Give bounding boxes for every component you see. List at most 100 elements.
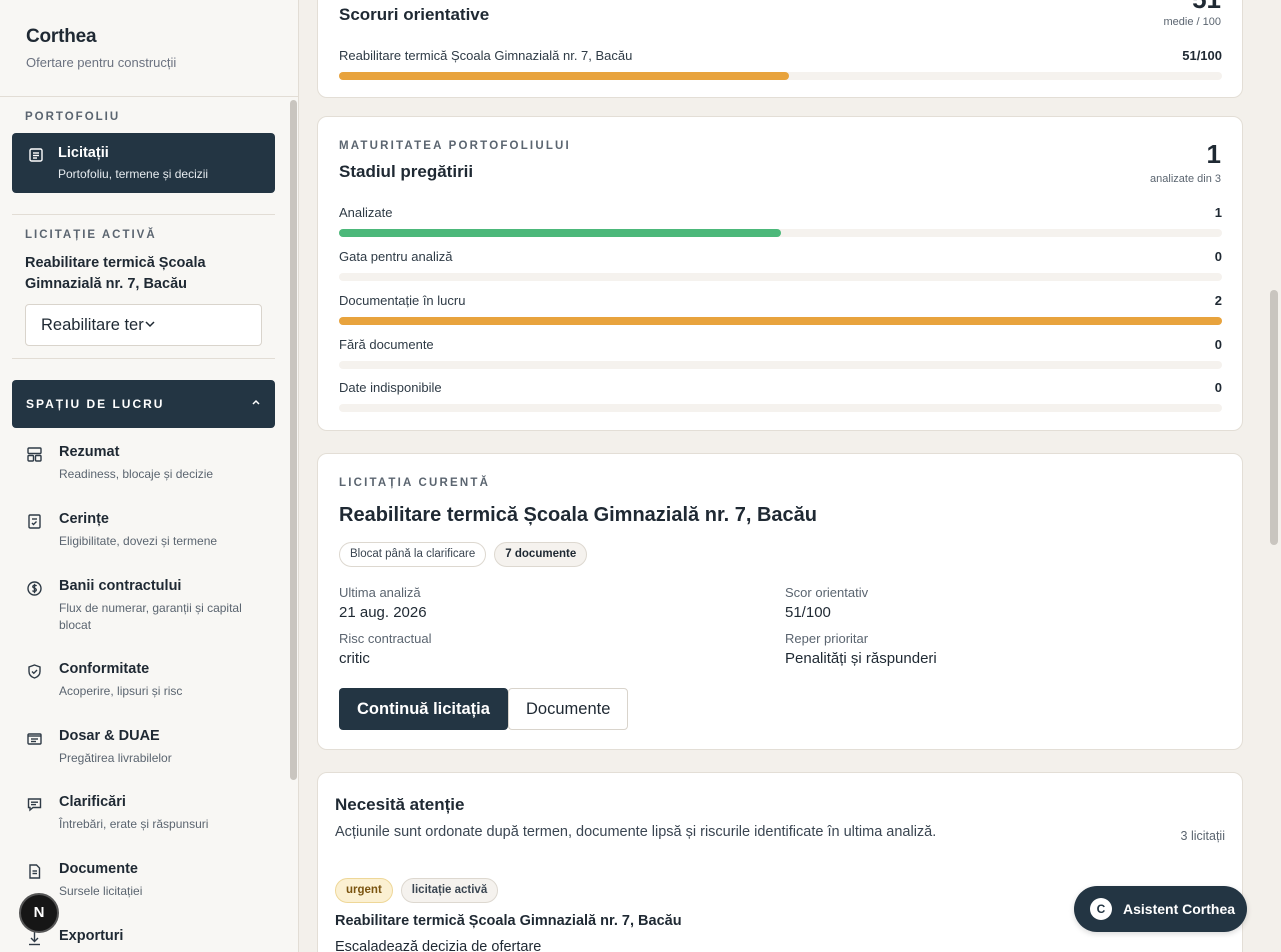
maturity-title: Stadiul pregătirii — [339, 162, 474, 181]
brand-name: Corthea — [26, 26, 97, 47]
sidebar-item-licitatii[interactable]: Licitații Portofoliu, termene și decizii — [12, 133, 275, 193]
sidebar-item-exporturi[interactable]: Exporturi — [0, 928, 123, 947]
assistant-avatar-icon: C — [1090, 898, 1112, 920]
grid-icon — [26, 446, 43, 463]
current-tender-eyebrow: LICITAȚIA CURENTĂ — [339, 477, 491, 489]
folder-icon — [26, 730, 43, 747]
sidebar: Corthea Ofertare pentru construcții PORT… — [0, 0, 299, 952]
sidebar-item-label: Banii contractului — [59, 578, 182, 594]
attention-title: Necesită atenție — [335, 795, 465, 814]
maturity-row: Fără documente 0 — [339, 337, 1222, 369]
workspace-toggle[interactable]: SPAȚIU DE LUCRU — [12, 380, 275, 428]
sidebar-item-rezumat[interactable]: Rezumat Readiness, blocaje și decizie — [0, 444, 259, 483]
main-scrollbar[interactable] — [1270, 290, 1278, 545]
sidebar-item-description: Sursele licitației — [59, 884, 143, 898]
score-row-value: 51/100 — [1182, 48, 1222, 63]
sidebar-item-label: Licitații — [58, 145, 109, 161]
main-content: Scoruri orientative 51 medie / 100 Reabi… — [300, 0, 1268, 952]
maturity-bar — [339, 229, 781, 237]
field-value: 51/100 — [785, 604, 831, 621]
maturity-row: Gata pentru analiză 0 — [339, 249, 1222, 281]
sidebar-item-cerinte[interactable]: Cerințe Eligibilitate, dovezi și termene — [0, 511, 259, 550]
chat-icon — [26, 796, 43, 813]
sidebar-item-description: Portofoliu, termene și decizii — [58, 167, 209, 181]
chevron-up-icon — [251, 397, 261, 411]
field-last-analysis: Ultima analiză 21 aug. 2026 — [339, 585, 427, 621]
attention-subtitle: Acțiunile sunt ordonate după termen, doc… — [335, 824, 937, 840]
field-priority: Reper prioritar Penalități și răspunderi — [785, 631, 937, 667]
current-tender-title: Reabilitare termică Școala Gimnazială nr… — [339, 504, 817, 526]
attention-item-title[interactable]: Reabilitare termică Școala Gimnazială nr… — [335, 913, 682, 929]
sidebar-scrollbar[interactable] — [290, 100, 297, 780]
sidebar-item-description: Eligibilitate, dovezi și termene — [59, 534, 218, 548]
score-row-label: Reabilitare termică Școala Gimnazială nr… — [339, 48, 633, 63]
active-tender-badge: licitație activă — [400, 878, 499, 903]
divider — [12, 358, 275, 359]
dev-tools-badge[interactable]: N — [19, 893, 59, 933]
sidebar-item-label: Exporturi — [59, 928, 124, 944]
maturity-row-value: 0 — [1214, 380, 1222, 395]
maturity-row-value: 2 — [1214, 293, 1222, 308]
maturity-row-value: 0 — [1214, 249, 1222, 264]
maturity-row: Analizate 1 — [339, 205, 1222, 237]
maturity-track — [339, 273, 1222, 281]
maturity-row-label: Analizate — [339, 205, 393, 220]
maturity-card: MATURITATEA PORTOFOLIULUI Stadiul pregăt… — [317, 116, 1243, 431]
status-badge: Blocat până la clarificare — [339, 542, 487, 567]
active-tender-label: LICITAȚIE ACTIVĂ — [25, 229, 157, 241]
urgent-badge: urgent — [335, 878, 393, 903]
maturity-row-label: Documentație în lucru — [339, 293, 466, 308]
sidebar-item-description: Întrebări, erate și răspunsuri — [59, 817, 209, 831]
divider — [12, 214, 275, 215]
active-tender-name: Reabilitare termică Școala Gimnazială nr… — [25, 255, 206, 292]
attention-item-action: Escaladează decizia de ofertare — [335, 939, 542, 952]
maturity-row-label: Fără documente — [339, 337, 434, 352]
workspace-label: SPAȚIU DE LUCRU — [26, 397, 165, 411]
brand-subtitle: Ofertare pentru construcții — [26, 55, 177, 70]
sidebar-item-conformitate[interactable]: Conformitate Acoperire, lipsuri și risc — [0, 661, 259, 700]
assistant-label: Asistent Corthea — [1123, 901, 1236, 917]
score-bar — [339, 72, 790, 80]
maturity-track — [339, 404, 1222, 412]
field-score: Scor orientativ 51/100 — [785, 585, 868, 621]
sidebar-item-dosar-duae[interactable]: Dosar & DUAE Pregătirea livrabilelor — [0, 728, 259, 767]
maturity-big-value: 1 — [1206, 139, 1221, 169]
score-row: Reabilitare termică Școala Gimnazială nr… — [339, 48, 1222, 80]
assistant-button[interactable]: C Asistent Corthea — [1074, 886, 1247, 932]
field-value: critic — [339, 650, 370, 667]
list-icon — [28, 147, 44, 163]
tender-select-value: Reabilitare termică Școala Gimnazială nr… — [41, 315, 144, 334]
field-label: Risc contractual — [339, 631, 432, 646]
sidebar-item-description: Flux de numerar, garanții și capital blo… — [59, 601, 242, 632]
sidebar-item-description: Acoperire, lipsuri și risc — [59, 684, 183, 698]
maturity-row: Date indisponibile 0 — [339, 380, 1222, 412]
field-value: 21 aug. 2026 — [339, 604, 427, 621]
attention-item-chips: urgent licitație activă — [335, 878, 499, 903]
field-label: Reper prioritar — [785, 631, 869, 646]
maturity-bar — [339, 317, 1222, 325]
maturity-row-label: Date indisponibile — [339, 380, 442, 395]
score-track — [339, 72, 1222, 80]
brand: Corthea Ofertare pentru construcții — [0, 0, 298, 97]
maturity-row-value: 1 — [1214, 205, 1222, 220]
maturity-row-value: 0 — [1214, 337, 1222, 352]
field-contract-risk: Risc contractual critic — [339, 631, 431, 667]
sidebar-item-label: Clarificări — [59, 794, 126, 810]
scores-big-value: 51 — [1192, 0, 1221, 15]
scores-card: Scoruri orientative 51 medie / 100 Reabi… — [317, 0, 1243, 98]
field-value: Penalități și răspunderi — [785, 650, 937, 667]
sidebar-item-label: Dosar & DUAE — [59, 728, 160, 744]
portfolio-section-label: PORTOFOLIU — [25, 111, 121, 123]
maturity-track — [339, 229, 1222, 237]
tender-select[interactable]: Reabilitare termică Școala Gimnazială nr… — [25, 304, 262, 346]
sidebar-item-label: Rezumat — [59, 444, 120, 460]
sidebar-item-banii-contractului[interactable]: Banii contractului Flux de numerar, gara… — [0, 578, 259, 634]
chevron-down-icon — [144, 316, 247, 335]
sidebar-item-clarificari[interactable]: Clarificări Întrebări, erate și răspunsu… — [0, 794, 259, 833]
scores-big-subtitle: medie / 100 — [1163, 16, 1221, 28]
attention-count: 3 licitații — [1180, 829, 1225, 843]
continue-tender-button[interactable]: Continuă licitația — [339, 688, 508, 730]
documents-button[interactable]: Documente — [508, 688, 629, 730]
scores-title: Scoruri orientative — [339, 5, 490, 24]
sidebar-item-description: Readiness, blocaje și decizie — [59, 467, 214, 481]
